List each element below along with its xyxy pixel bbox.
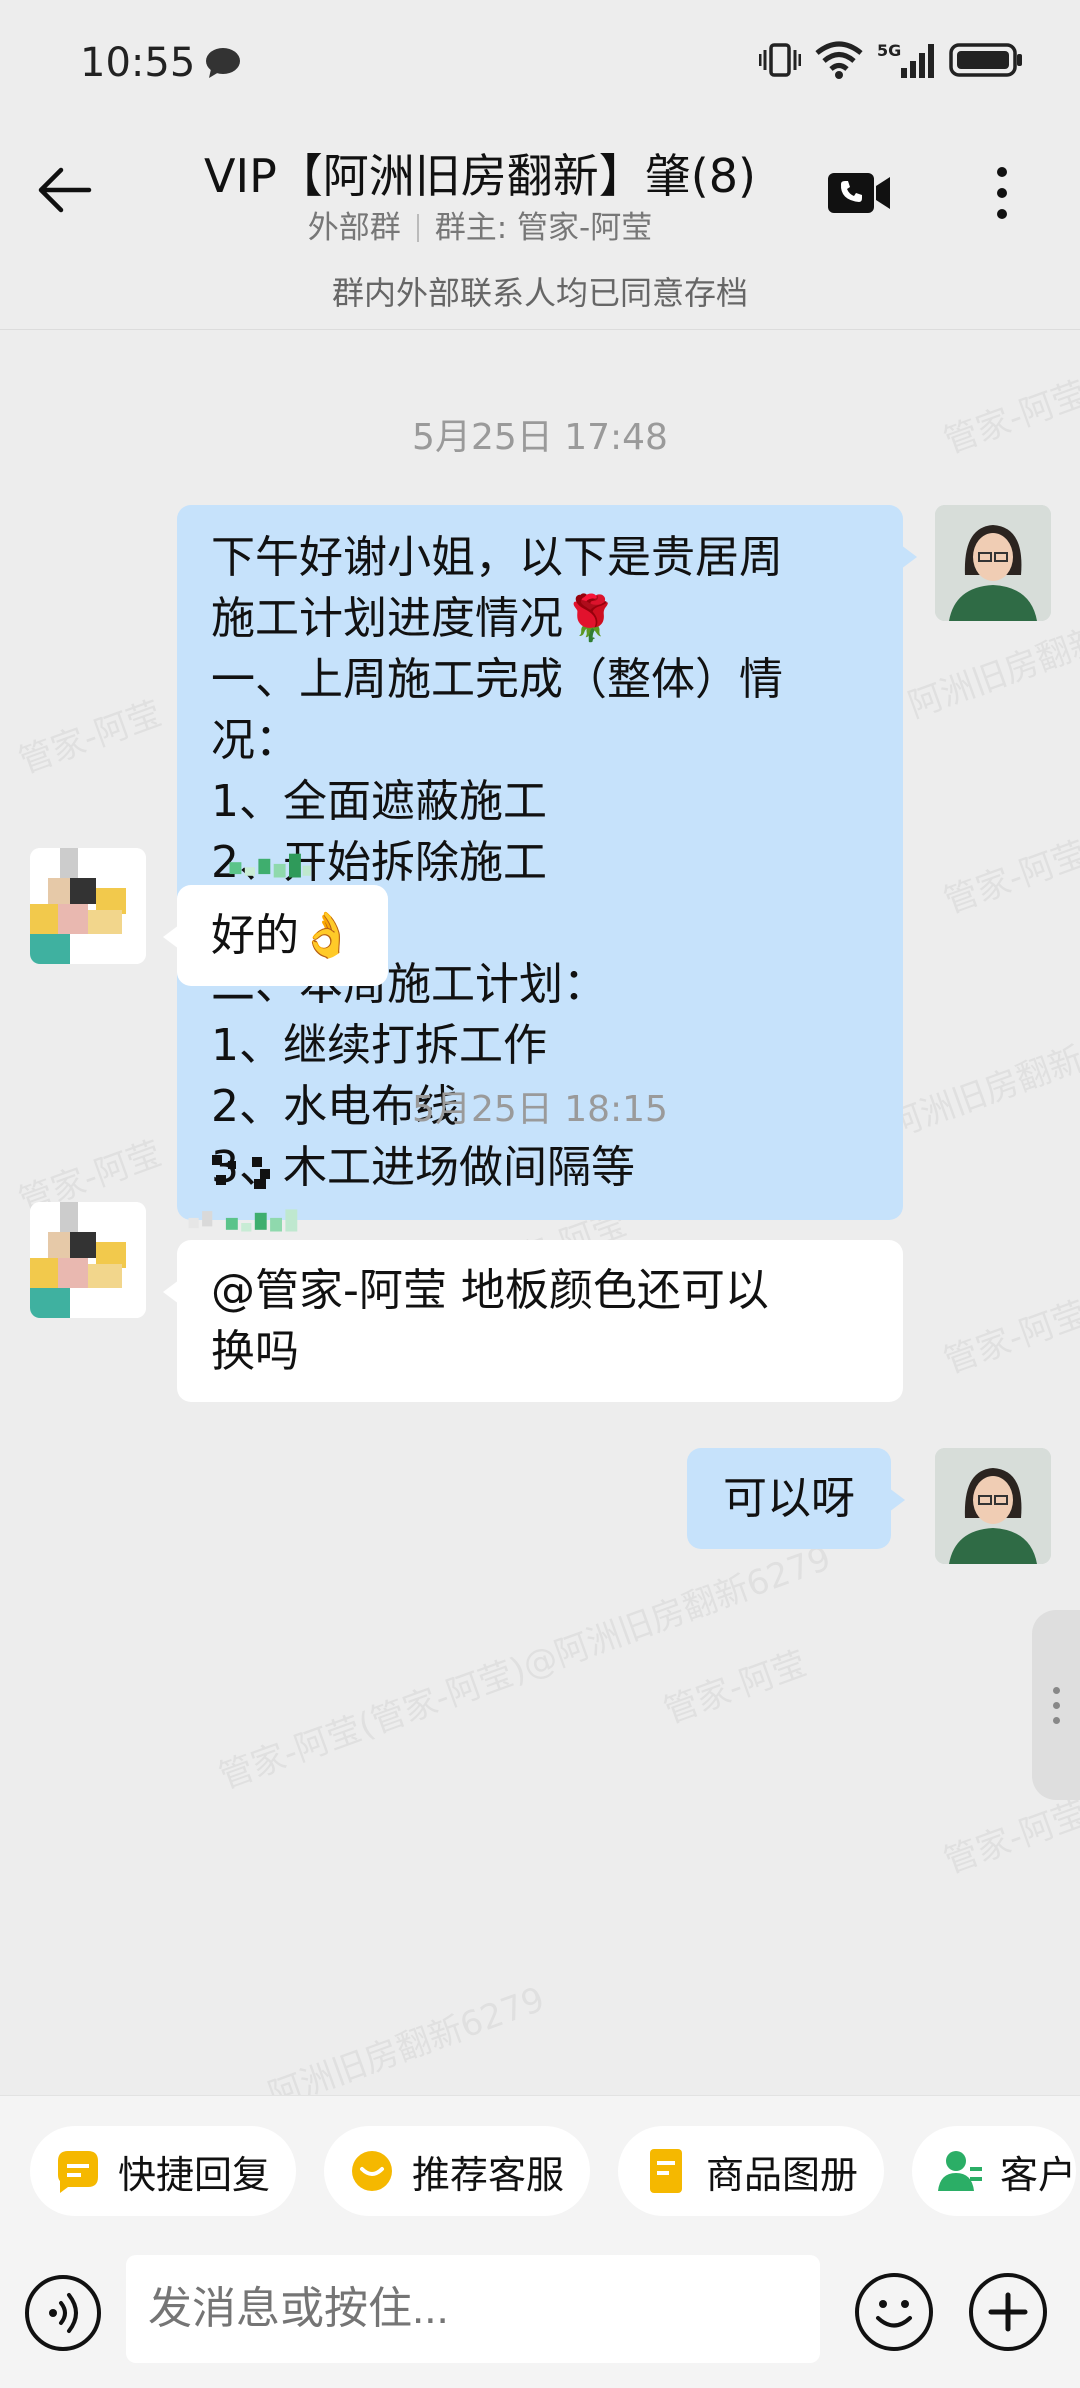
watermark: 管家-阿莹 [658,1643,812,1732]
status-bar: 10:55 5G [0,0,1080,130]
more-actions-button[interactable] [969,2273,1047,2351]
watermark: 管家-阿莹 [938,833,1080,922]
voice-icon [49,2293,78,2333]
plus-icon [988,2292,1028,2332]
sender-name-pixelated [188,1209,298,1232]
avatar-image [30,848,146,964]
message-bubble-incoming[interactable]: 好的👌 [163,885,388,986]
group-owner-label: 群主: 管家-阿莹 [434,210,653,246]
vibrate-icon [759,43,801,77]
chip-label: 客户 [1000,2152,1077,2197]
avatar-self[interactable] [935,1448,1051,1564]
time-separator: 5月25日 17:48 [412,417,668,458]
watermark: 管家-阿莹(管家-阿莹)@阿洲旧房翻新6279 [213,1538,837,1798]
watermark: 管家-阿莹 [938,1293,1080,1382]
voice-input-button[interactable] [25,2275,101,2351]
back-button[interactable] [30,155,100,225]
product-album-chip[interactable]: 商品图册 [618,2126,885,2216]
video-call-icon [828,173,890,213]
video-call-button[interactable] [826,160,892,226]
more-dot-icon [997,209,1007,219]
product-album-icon [650,2149,682,2193]
more-options-button[interactable] [980,155,1024,231]
avatar-other[interactable] [30,848,146,964]
customer-icon [938,2151,982,2191]
watermark: 管家-阿莹 [938,1793,1080,1882]
5g-signal-icon: 5G [877,41,934,78]
chip-label: 快捷回复 [118,2152,271,2197]
status-icons: 5G [759,40,1025,80]
handle-dot-icon [1052,1686,1060,1694]
group-title[interactable]: VIP【阿洲旧房翻新】肇(8) [160,140,800,206]
chat-header: VIP【阿洲旧房翻新】肇(8) 外部群 群主: 管家-阿莹 群内外部联系人均已同意… [0,130,1080,330]
avatar-other[interactable] [30,1202,146,1318]
input-bar [0,2245,1080,2388]
subtitle-divider [416,214,419,242]
chat-notification-icon [206,48,240,78]
wifi-icon [815,41,863,79]
status-time: 10:55 [80,40,196,86]
message-input[interactable] [126,2255,820,2363]
sender-name-pixelated [229,853,312,878]
quick-reply-chip[interactable]: 快捷回复 [30,2126,297,2216]
battery-icon [949,43,1022,77]
more-dot-icon [997,188,1007,198]
watermark: 管家-阿莹 [13,693,167,782]
more-dot-icon [997,167,1007,177]
emoji-button[interactable] [855,2273,933,2351]
group-subtitle: 外部群 群主: 管家-阿莹 [160,202,800,247]
avatar-self[interactable] [935,505,1051,621]
recommend-service-chip[interactable]: 推荐客服 [324,2126,591,2216]
chat-area[interactable]: 管家-阿莹 管家-阿莹 阿洲旧房翻新6279 管家-阿莹 阿洲旧房翻新6279 … [0,330,1080,2095]
archive-notice: 群内外部联系人均已同意存档 [331,274,748,312]
svg-text:5G: 5G [877,41,901,60]
watermark: 阿洲旧房翻新6279 [263,1979,550,2095]
avatar-image [30,1202,146,1318]
chip-label: 商品图册 [706,2152,859,2197]
handle-dot-icon [1052,1701,1060,1709]
message-bubble-incoming[interactable]: @管家-阿莹 地板颜色还可以 换吗 [163,1240,903,1402]
chip-label: 推荐客服 [412,2152,565,2197]
avatar-image [935,1448,1051,1564]
quick-reply-icon [58,2151,98,2193]
back-arrow-icon [38,167,92,213]
customer-chip[interactable]: 客户 [912,2126,1077,2216]
time-separator: 5月25日 18:15 [412,1089,668,1130]
handle-dot-icon [1052,1716,1060,1724]
message-bubble-outgoing[interactable]: 可以呀 [687,1448,905,1549]
emoji-icon [876,2300,912,2328]
avatar-image [935,505,1051,621]
quick-action-bar: 快捷回复 推荐客服 商品图册 客户 [0,2095,1080,2245]
garbled-glyph-icon [212,1155,270,1189]
side-drawer-handle[interactable] [1032,1610,1080,1800]
recommend-service-icon [352,2151,392,2191]
group-type-label: 外部群 [307,210,401,246]
